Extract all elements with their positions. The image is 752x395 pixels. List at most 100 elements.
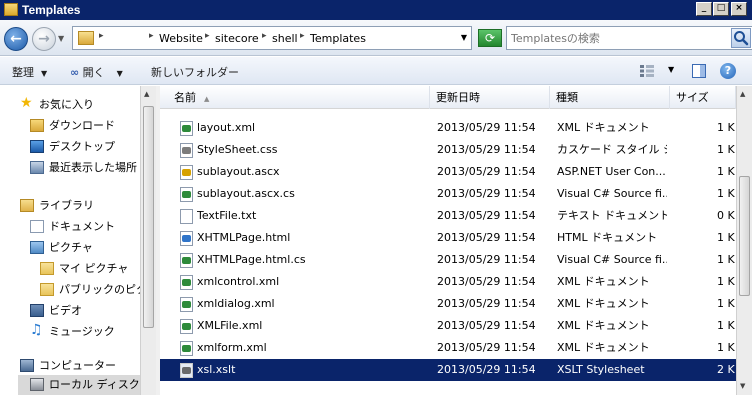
file-name: layout.xml [197, 121, 256, 134]
file-row[interactable]: XHTMLPage.html.cs 2013/05/29 11:54 Visual … [160, 249, 736, 271]
nav-label: マイ ピクチャ [59, 262, 129, 275]
open-with-icon: ∞ [70, 66, 80, 79]
file-size: 1 K [717, 143, 735, 156]
file-name: StyleSheet.css [197, 143, 278, 156]
window-title: Templates [22, 3, 81, 17]
file-row[interactable]: XMLFile.xml 2013/05/29 11:54 XML ドキュメント 1 K [160, 315, 736, 337]
back-button[interactable]: ← [4, 27, 28, 51]
column-header-size[interactable]: サイズ [670, 86, 736, 109]
nav-music[interactable]: ♫ ミュージック [30, 322, 138, 342]
preview-pane-icon[interactable] [692, 64, 706, 78]
minimize-button[interactable]: _ [696, 2, 712, 16]
file-size: 1 K [717, 121, 735, 134]
breadcrumb-sitecore[interactable]: sitecore [215, 32, 259, 45]
file-size: 1 K [717, 253, 735, 266]
folder-icon [40, 262, 54, 275]
file-type: XML ドキュメント [557, 297, 650, 310]
csharp-file-icon [180, 253, 193, 268]
column-header-name[interactable]: 名前 ▲ [160, 86, 430, 109]
maximize-button[interactable]: □ [713, 2, 729, 16]
file-row[interactable]: TextFile.txt 2013/05/29 11:54 テキスト ドキュメント 0… [160, 205, 736, 227]
view-options-dropdown[interactable]: ▼ [668, 65, 674, 74]
nav-my-pictures[interactable]: マイ ピクチャ [40, 259, 138, 279]
file-list: 名前 ▲ 更新日時 種類 サイズ layout.xml 2013/05/29 11:… [160, 86, 752, 395]
file-type: カスケード スタイル シ... [557, 143, 667, 156]
breadcrumb-separator[interactable]: ▸ [205, 31, 210, 41]
column-header-type[interactable]: 種類 [550, 86, 670, 109]
file-type: テキスト ドキュメント [557, 209, 667, 222]
change-view-icon[interactable] [640, 65, 654, 77]
file-row[interactable]: sublayout.ascx.cs 2013/05/29 11:54 Visual … [160, 183, 736, 205]
file-type: Visual C# Source fi... [557, 253, 667, 266]
file-row[interactable]: xsl.xslt 2013/05/29 11:54 XSLT Stylesheet 2… [160, 359, 736, 381]
breadcrumb-separator[interactable]: ▸ [300, 31, 305, 41]
nav-desktop[interactable]: デスクトップ [30, 137, 138, 157]
file-row[interactable]: xmlform.xml 2013/05/29 11:54 XML ドキュメント 1 K [160, 337, 736, 359]
scroll-down-icon[interactable]: ▼ [740, 382, 745, 390]
file-row[interactable]: sublayout.ascx 2013/05/29 11:54 ASP.NET Us… [160, 161, 736, 183]
ascx-file-icon [180, 165, 193, 180]
folder-icon [40, 283, 54, 296]
chevron-down-icon: ▼ [116, 69, 123, 78]
nav-computer[interactable]: コンピューター [20, 356, 138, 376]
file-row[interactable]: layout.xml 2013/05/29 11:54 XML ドキュメント 1 K [160, 117, 736, 139]
breadcrumb-website[interactable]: Website [159, 32, 203, 45]
download-folder-icon [30, 119, 44, 132]
scrollbar-thumb[interactable] [739, 176, 750, 296]
close-button[interactable]: × [731, 2, 747, 16]
folder-icon [78, 31, 94, 45]
address-field[interactable]: ▸ ▸ Website ▸ sitecore ▸ shell ▸ Templat… [72, 26, 472, 50]
refresh-button[interactable]: ⟳ [478, 29, 502, 47]
title-bar: Templates _ □ × [0, 0, 752, 20]
organize-button[interactable]: 整理 ▼ [12, 64, 47, 80]
breadcrumb-separator[interactable]: ▸ [262, 31, 267, 41]
desktop-icon [30, 140, 44, 153]
nav-label: 最近表示した場所 [49, 161, 137, 174]
forward-button[interactable]: → [32, 27, 56, 51]
file-row[interactable]: xmlcontrol.xml 2013/05/29 11:54 XML ドキュメント… [160, 271, 736, 293]
nav-local-disk[interactable]: ローカル ディスク (C [18, 375, 155, 395]
chevron-down-icon: ▼ [41, 69, 48, 78]
file-list-scrollbar[interactable]: ▲ ▼ [736, 86, 752, 395]
search-icon[interactable] [731, 28, 751, 48]
scrollbar-thumb[interactable] [143, 106, 154, 328]
nav-label: お気に入り [39, 98, 94, 111]
nav-favorites[interactable]: ★ お気に入り [20, 95, 138, 115]
file-size: 1 K [717, 297, 735, 310]
address-dropdown[interactable]: ▼ [461, 33, 467, 42]
nav-downloads[interactable]: ダウンロード [30, 116, 138, 136]
nav-videos[interactable]: ビデオ [30, 301, 138, 321]
new-folder-button[interactable]: 新しいフォルダー [151, 64, 239, 80]
recent-pages-dropdown[interactable]: ▼ [58, 34, 64, 43]
recent-places-icon [30, 161, 44, 174]
breadcrumb-separator[interactable]: ▸ [99, 31, 104, 41]
open-button[interactable]: ∞ 開く ▼ [70, 64, 123, 80]
file-size: 1 K [717, 187, 735, 200]
breadcrumb-separator[interactable]: ▸ [149, 31, 154, 41]
breadcrumb-shell[interactable]: shell [272, 32, 298, 45]
file-row[interactable]: StyleSheet.css 2013/05/29 11:54 カスケード スタイル… [160, 139, 736, 161]
nav-public-pictures[interactable]: パブリックのピクチャ [40, 280, 156, 300]
nav-documents[interactable]: ドキュメント [30, 217, 138, 237]
nav-label: ミュージック [49, 325, 115, 338]
search-box[interactable] [506, 26, 752, 50]
file-size: 2 K [717, 363, 735, 376]
file-modified: 2013/05/29 11:54 [437, 187, 536, 200]
file-row[interactable]: XHTMLPage.html 2013/05/29 11:54 HTML ドキュメン… [160, 227, 736, 249]
nav-pictures[interactable]: ピクチャ [30, 238, 138, 258]
scroll-up-icon[interactable]: ▲ [740, 90, 745, 98]
documents-icon [30, 220, 44, 233]
star-icon: ★ [20, 95, 33, 111]
file-name: xmldialog.xml [197, 297, 275, 310]
file-name: xsl.xslt [197, 363, 236, 376]
file-name: xmlcontrol.xml [197, 275, 280, 288]
nav-recent-places[interactable]: 最近表示した場所 [30, 158, 138, 178]
nav-libraries[interactable]: ライブラリ [20, 196, 138, 216]
scroll-up-icon[interactable]: ▲ [144, 90, 149, 98]
navigation-scrollbar[interactable]: ▲ [140, 86, 156, 395]
search-input[interactable] [511, 30, 725, 46]
column-header-modified[interactable]: 更新日時 [430, 86, 550, 109]
file-row[interactable]: xmldialog.xml 2013/05/29 11:54 XML ドキュメント 1… [160, 293, 736, 315]
help-button[interactable]: ? [720, 63, 736, 79]
breadcrumb-templates[interactable]: Templates [310, 32, 366, 45]
